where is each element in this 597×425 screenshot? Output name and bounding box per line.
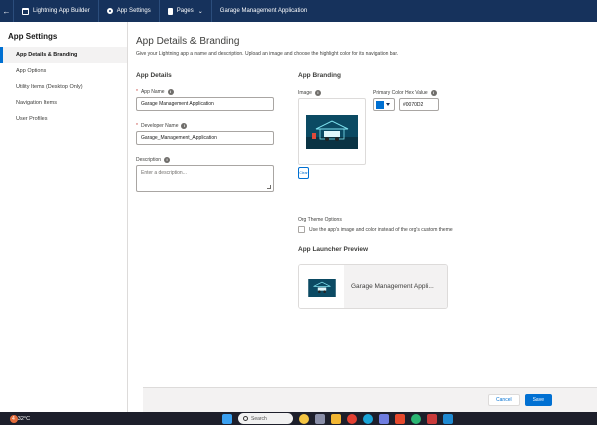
chrome-icon[interactable] [347,413,357,424]
sidebar-item-user-profiles[interactable]: User Profiles [0,111,127,127]
lightning-app-builder-title: Lightning App Builder [14,0,99,22]
page-title: App Details & Branding [136,36,240,47]
sidebar-item-navigation-items[interactable]: Navigation Items [0,95,127,111]
preview-image [299,265,344,308]
app-details-section: App Details * App Name i Garage Manageme… [136,72,276,192]
taskbar-apps: Search [222,413,453,424]
org-theme-options: Org Theme Options Use the app's image an… [298,217,453,233]
app-icon[interactable] [411,413,421,424]
page-icon [167,7,173,15]
info-icon[interactable]: i [167,89,174,95]
vscode-icon[interactable] [443,413,453,424]
image-field-label: Image i [298,90,321,96]
org-theme-label: Org Theme Options [298,217,342,223]
app-launcher-preview-card: Garage Management Appli... [298,264,448,309]
pages-dropdown[interactable]: Pages ⌄ [160,0,212,22]
description-textarea[interactable]: Enter a description... [136,165,274,192]
app-branding-section: App Branding Image i Clear Primary Color… [298,72,558,309]
temperature: 32°C [17,415,31,422]
garage-logo-image [306,114,358,149]
preview-app-name: Garage Management Appli... [344,265,447,308]
resize-handle-icon[interactable] [267,185,271,189]
app-settings-tab[interactable]: App Settings [99,0,160,22]
sidebar-item-app-options[interactable]: App Options [0,63,127,79]
office-icon[interactable] [395,413,405,424]
garage-logo-image [307,278,336,297]
main-panel: App Details & Branding Give your Lightni… [128,22,597,412]
app-image-upload[interactable] [298,98,366,165]
settings-sidebar: App Settings App Details & Branding App … [0,22,128,412]
sidebar-title: App Settings [8,32,58,41]
builder-header: ← Lightning App Builder App Settings Pag… [0,0,597,22]
save-button[interactable]: Save [524,394,552,406]
org-theme-checkbox[interactable] [298,226,305,233]
widgets-icon[interactable] [299,413,309,424]
app-name-label: Garage Management Application [219,8,308,14]
hex-color-input[interactable]: #0070D2 [399,98,439,111]
store-icon[interactable] [379,413,389,424]
app-name-field-label: * App Name i [136,89,276,95]
footer-bar: Cancel Save [143,387,597,412]
developer-name-field-label: * Developer Name i [136,123,276,129]
weather-widget[interactable]: 4 32°C [0,414,31,423]
app-branding-heading: App Branding [298,72,341,79]
os-taskbar: 4 32°C Search [0,412,597,425]
edge-icon[interactable] [363,413,373,424]
clear-image-button[interactable]: Clear [298,167,309,179]
app-details-heading: App Details [136,72,172,79]
description-placeholder: Enter a description... [141,170,187,176]
chevron-down-icon: ⌄ [197,8,203,15]
info-icon[interactable]: i [430,90,437,96]
info-icon[interactable]: i [314,90,321,96]
primary-color-label: Primary Color Hex Value i [373,90,439,96]
org-theme-checkbox-label: Use the app's image and color instead of… [309,226,453,233]
color-swatch [376,100,384,109]
required-marker: * [136,123,138,129]
info-icon[interactable]: i [181,123,188,129]
app-launcher-preview-heading: App Launcher Preview [298,246,369,253]
page-description: Give your Lightning app a name and descr… [136,51,399,57]
weather-badge: 4 [12,415,15,422]
sidebar-item-app-details-branding[interactable]: App Details & Branding [0,47,127,63]
org-theme-check-row: Use the app's image and color instead of… [298,226,453,233]
search-icon [243,416,248,421]
cancel-button[interactable]: Cancel [488,394,520,406]
info-icon[interactable]: i [164,157,171,163]
color-swatch-button[interactable] [373,98,395,111]
file-explorer-icon[interactable] [331,413,341,424]
sidebar-item-utility-items[interactable]: Utility Items (Desktop Only) [0,79,127,95]
description-field-label: Description i [136,157,276,163]
caret-down-icon [386,103,390,106]
color-picker-row: #0070D2 [373,98,439,111]
windows-start-icon[interactable] [222,413,232,424]
app-name-input[interactable]: Garage Management Application [136,97,274,111]
task-view-icon[interactable] [315,413,325,424]
gear-icon [106,8,113,14]
taskbar-search[interactable]: Search [238,413,293,424]
mail-icon[interactable] [427,413,437,424]
app-builder-icon [22,7,29,15]
developer-name-input[interactable]: Garage_Management_Application [136,131,274,145]
required-marker: * [136,89,138,95]
primary-color-field: Primary Color Hex Value i #0070D2 [373,90,439,111]
back-arrow-icon[interactable]: ← [0,0,14,22]
